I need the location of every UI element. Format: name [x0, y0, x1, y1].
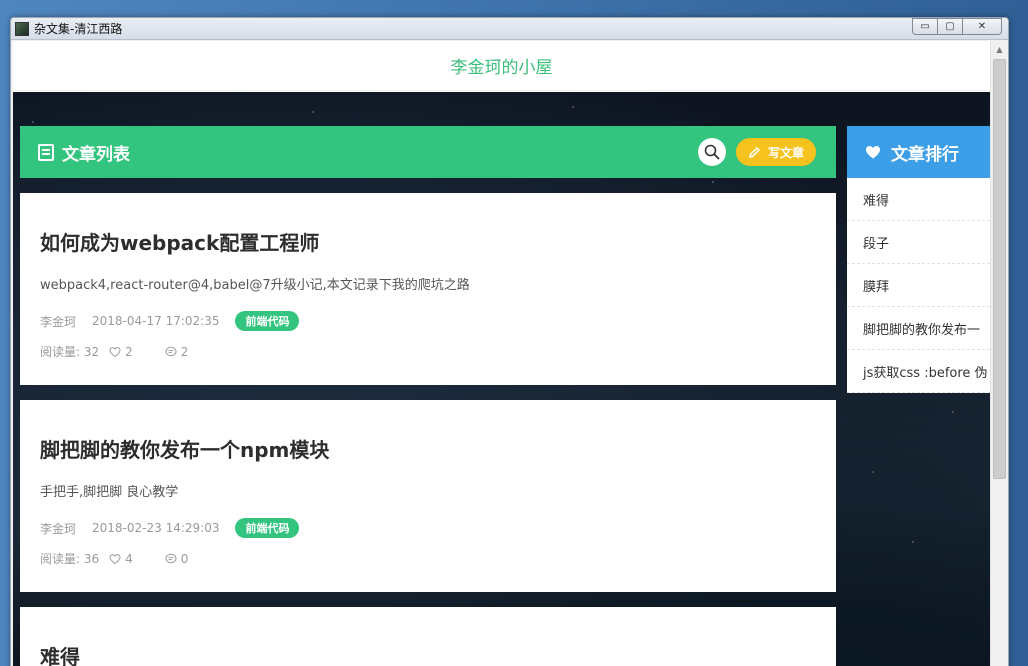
ranking-list: 难得 段子 膜拜 脚把脚的教你发布一 js获取css :before 伪 — [847, 178, 990, 393]
article-stats: 阅读量: 32 2 2 — [40, 343, 816, 360]
read-count: 阅读量: 36 — [40, 552, 100, 566]
ranking-item[interactable]: 膜拜 — [847, 264, 990, 307]
article-date: 2018-04-17 17:02:35 — [92, 314, 220, 328]
search-button[interactable] — [697, 138, 726, 166]
write-article-button[interactable]: 写文章 — [735, 138, 816, 166]
article-summary: webpack4,react-router@4,babel@7升级小记,本文记录… — [40, 278, 470, 293]
article-title[interactable]: 脚把脚的教你发布一个npm模块 — [40, 434, 816, 463]
document-icon — [38, 143, 54, 161]
pencil-icon — [749, 146, 760, 158]
read-count: 阅读量: 32 — [40, 345, 100, 359]
vertical-scrollbar[interactable]: ▲ — [990, 41, 1008, 666]
ranking-item[interactable]: 难得 — [847, 178, 990, 221]
article-card[interactable]: 难得 — [20, 607, 836, 666]
site-header: 李金珂的小屋 — [13, 41, 990, 91]
minimize-button[interactable]: ▭ — [912, 18, 938, 35]
article-date: 2018-02-23 14:29:03 — [92, 521, 220, 535]
ranking-item[interactable]: 脚把脚的教你发布一 — [847, 307, 990, 350]
header-actions: 写文章 — [697, 138, 816, 166]
article-card[interactable]: 如何成为webpack配置工程师 webpack4,react-router@4… — [20, 193, 836, 385]
article-tag[interactable]: 前端代码 — [235, 311, 300, 331]
window-controls: ▭ ▢ ✕ — [912, 18, 1002, 35]
article-card[interactable]: 脚把脚的教你发布一个npm模块 手把手,脚把脚 良心教学 李金珂 2018-02… — [20, 400, 836, 592]
page-viewport: 李金珂的小屋 文章列表 写文章 如何成为webpack配置工程师 webpack… — [13, 41, 990, 666]
ranking-column: 文章排行 难得 段子 膜拜 脚把脚的教你发布一 js获取css :before … — [847, 126, 990, 393]
comment-icon — [165, 553, 177, 563]
comment-count: 0 — [180, 551, 189, 566]
browser-window: 杂文集-清江西路 ▭ ▢ ✕ 李金珂的小屋 文章列表 写文章 如何成为webpa… — [10, 17, 1009, 666]
comment-stat[interactable]: 2 — [165, 345, 205, 359]
comment-count: 2 — [180, 344, 189, 359]
like-stat[interactable]: 2 — [109, 345, 149, 359]
like-count: 4 — [125, 551, 133, 566]
article-tag[interactable]: 前端代码 — [235, 518, 300, 538]
article-stats: 阅读量: 36 4 0 — [40, 550, 816, 567]
comment-icon — [165, 346, 177, 356]
article-list-header: 文章列表 写文章 — [20, 126, 836, 178]
starry-background: 文章列表 写文章 如何成为webpack配置工程师 webpack4,react… — [13, 92, 990, 666]
article-summary: 手把手,脚把脚 良心教学 — [40, 485, 179, 500]
article-meta: 李金珂 2018-04-17 17:02:35 前端代码 — [40, 311, 816, 331]
comment-stat[interactable]: 0 — [165, 552, 205, 566]
scroll-up-arrow[interactable]: ▲ — [991, 41, 1008, 58]
like-count: 2 — [125, 344, 133, 359]
ranking-title: 文章排行 — [891, 144, 959, 165]
article-title[interactable]: 难得 — [40, 641, 816, 666]
like-stat[interactable]: 4 — [109, 552, 149, 566]
ranking-item[interactable]: 段子 — [847, 221, 990, 264]
heart-outline-icon — [109, 346, 121, 357]
article-author: 李金珂 — [40, 521, 77, 536]
window-titlebar[interactable]: 杂文集-清江西路 ▭ ▢ ✕ — [11, 18, 1008, 40]
article-title[interactable]: 如何成为webpack配置工程师 — [40, 227, 816, 256]
ranking-header: 文章排行 — [847, 126, 990, 178]
window-title: 杂文集-清江西路 — [34, 22, 123, 36]
heart-outline-icon — [109, 553, 121, 564]
search-icon — [704, 144, 720, 160]
ranking-item[interactable]: js获取css :before 伪 — [847, 350, 990, 393]
write-article-label: 写文章 — [767, 145, 804, 160]
article-list-column: 文章列表 写文章 如何成为webpack配置工程师 webpack4,react… — [20, 126, 836, 666]
maximize-button[interactable]: ▢ — [937, 18, 963, 35]
close-button[interactable]: ✕ — [962, 18, 1002, 35]
article-author: 李金珂 — [40, 314, 77, 329]
article-list-title: 文章列表 — [62, 144, 130, 165]
app-icon — [15, 21, 29, 36]
article-meta: 李金珂 2018-02-23 14:29:03 前端代码 — [40, 518, 816, 538]
site-title-link[interactable]: 李金珂的小屋 — [451, 53, 553, 78]
scroll-thumb[interactable] — [993, 59, 1006, 479]
heart-icon — [866, 146, 880, 159]
